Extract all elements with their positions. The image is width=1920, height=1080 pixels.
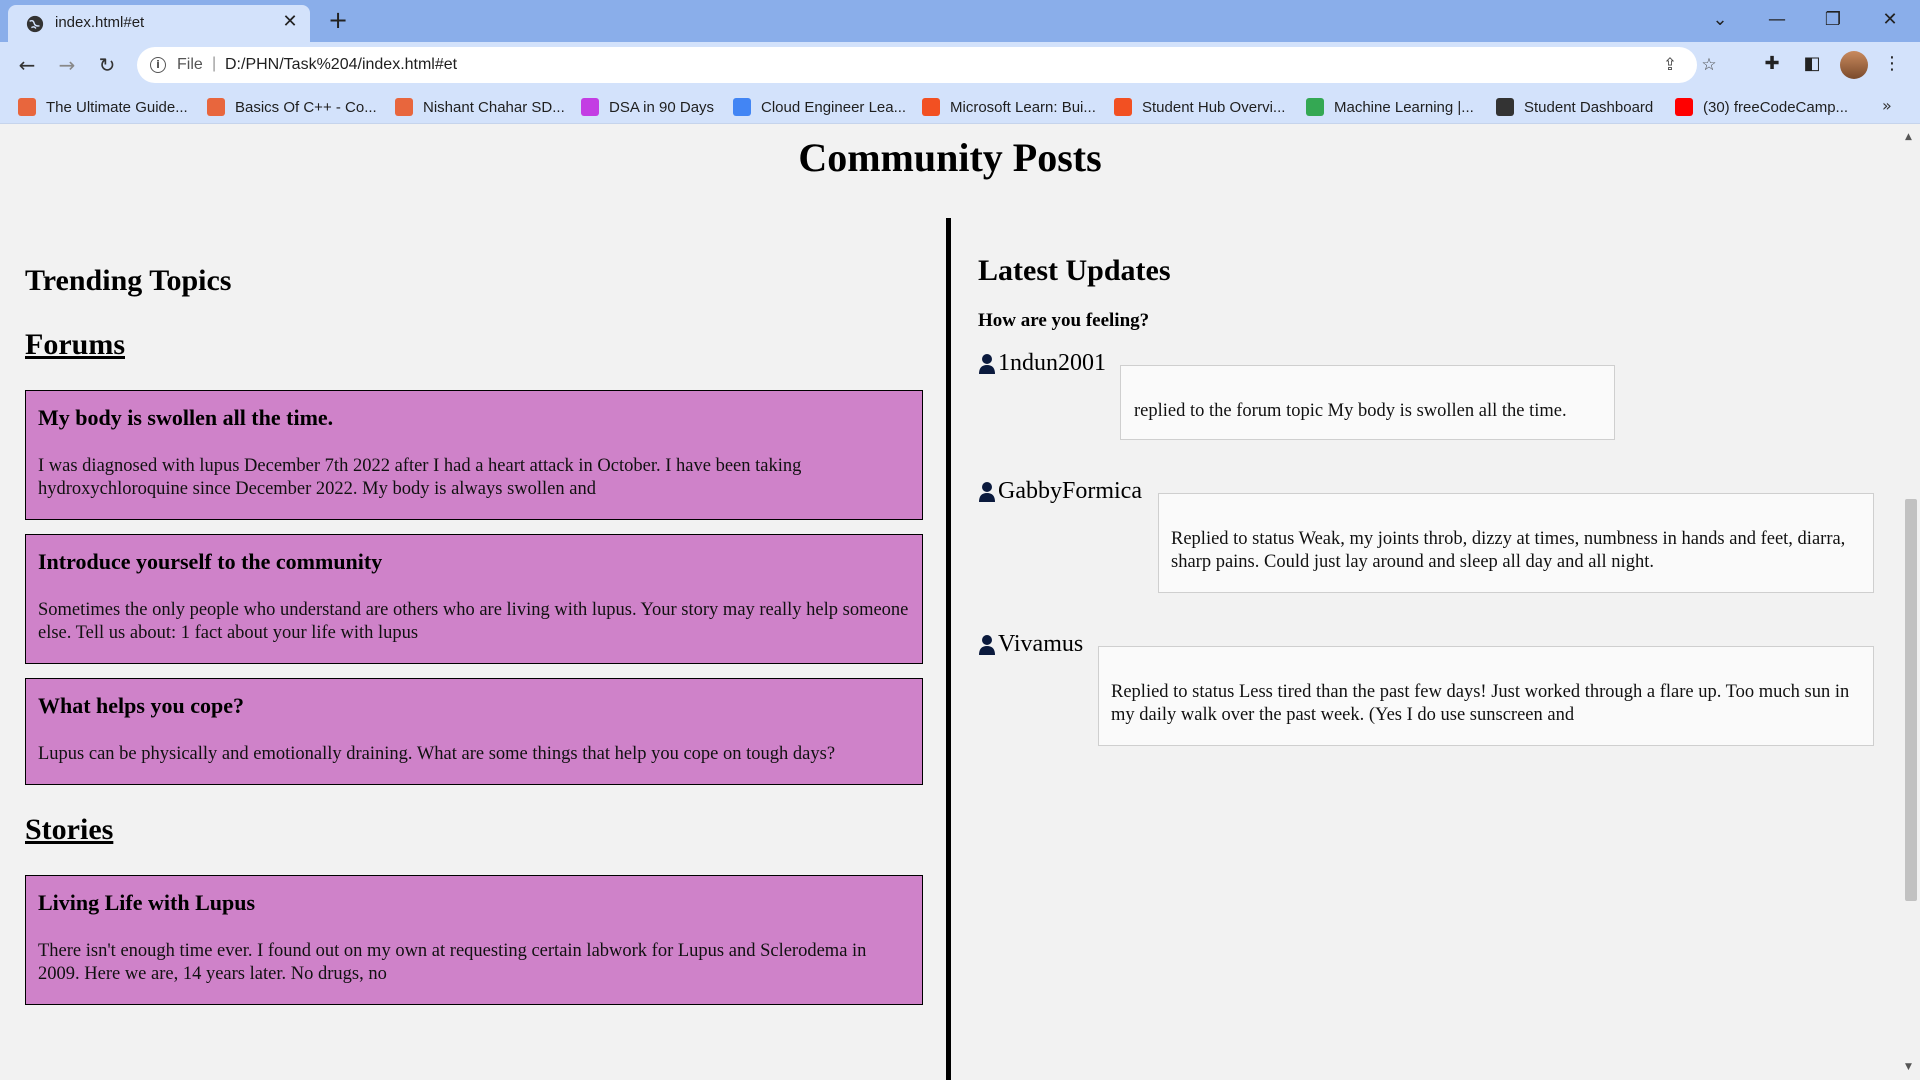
update-username: Vivamus xyxy=(998,631,1084,657)
restore-icon[interactable]: ❐ xyxy=(1813,6,1853,34)
menu-kebab-icon[interactable]: ⋮ xyxy=(1880,52,1904,76)
forums-link[interactable]: Forums xyxy=(25,328,923,362)
post-title: What helps you cope? xyxy=(38,693,244,718)
scroll-up-arrow-icon[interactable]: ▲ xyxy=(1905,132,1912,142)
bookmark-label: DSA in 90 Days xyxy=(609,98,715,116)
post-excerpt: Lupus can be physically and emotionally … xyxy=(38,744,836,764)
bookmark-item[interactable]: (30) freeCodeCamp... xyxy=(1675,96,1848,118)
story-post-card[interactable]: Living Life with Lupus There isn't enoug… xyxy=(25,875,923,1005)
bookmark-label: Microsoft Learn: Bui... xyxy=(950,98,1096,116)
post-title: My body is swollen all the time. xyxy=(38,405,334,430)
update-reply-box[interactable]: Replied to status Weak, my joints throb,… xyxy=(1158,493,1874,593)
back-icon[interactable]: ← xyxy=(14,52,40,78)
post-excerpt: There isn't enough time ever. I found ou… xyxy=(38,941,867,984)
bookmark-item[interactable]: Machine Learning |... xyxy=(1306,96,1474,118)
bookmark-item[interactable]: Microsoft Learn: Bui... xyxy=(922,96,1096,118)
minimize-icon[interactable]: — xyxy=(1757,6,1797,34)
reload-icon[interactable]: ↻ xyxy=(94,52,120,78)
side-panel-icon[interactable]: ◧ xyxy=(1800,52,1824,76)
forward-icon[interactable]: → xyxy=(54,52,80,78)
update-item: GabbyFormica Replied to status Weak, my … xyxy=(978,478,1875,593)
bookmark-favicon-icon xyxy=(1114,98,1132,116)
latest-updates-column: Latest Updates How are you feeling? 1ndu… xyxy=(978,254,1875,746)
bookmark-item[interactable]: Basics Of C++ - Co... xyxy=(207,96,377,118)
browser-toolbar: ← → ↻ i File | D:/PHN/Task%204/index.htm… xyxy=(0,42,1920,88)
tab-title: index.html#et xyxy=(55,14,145,31)
update-text: Replied to status Weak, my joints throb,… xyxy=(1171,529,1846,572)
update-reply-box[interactable]: Replied to status Less tired than the pa… xyxy=(1098,646,1874,746)
close-window-icon[interactable]: ✕ xyxy=(1870,6,1910,34)
share-icon[interactable]: ⇪ xyxy=(1660,55,1680,75)
bookmark-label: The Ultimate Guide... xyxy=(46,98,188,116)
bookmark-item[interactable]: DSA in 90 Days xyxy=(581,96,714,118)
update-item: Vivamus Replied to status Less tired tha… xyxy=(978,631,1875,746)
bookmark-label: Basics Of C++ - Co... xyxy=(235,98,377,116)
bookmarks-overflow-icon[interactable]: » xyxy=(1882,96,1892,115)
bookmark-favicon-icon xyxy=(922,98,940,116)
latest-updates-heading: Latest Updates xyxy=(978,254,1171,287)
bookmark-label: Student Hub Overvi... xyxy=(1142,98,1286,116)
post-excerpt: Sometimes the only people who understand… xyxy=(38,600,909,643)
new-tab-icon[interactable]: + xyxy=(326,8,350,32)
bookmark-favicon-icon xyxy=(1306,98,1324,116)
vertical-scrollbar[interactable]: ▲ ▼ xyxy=(1900,124,1920,1080)
bookmark-label: Nishant Chahar SD... xyxy=(423,98,565,116)
update-username: GabbyFormica xyxy=(998,478,1142,504)
bookmark-item[interactable]: The Ultimate Guide... xyxy=(18,96,188,118)
url-separator: | xyxy=(212,55,217,72)
bookmark-favicon-icon xyxy=(395,98,413,116)
update-text: replied to the forum topic My body is sw… xyxy=(1134,401,1567,421)
bookmark-item[interactable]: Student Hub Overvi... xyxy=(1114,96,1285,118)
forum-post-card[interactable]: My body is swollen all the time. I was d… xyxy=(25,390,923,520)
forum-post-card[interactable]: What helps you cope? Lupus can be physic… xyxy=(25,678,923,785)
bookmark-label: Cloud Engineer Lea... xyxy=(761,98,907,116)
bookmark-label: Student Dashboard xyxy=(1524,98,1654,116)
post-excerpt: I was diagnosed with lupus December 7th … xyxy=(38,456,802,499)
column-divider xyxy=(946,218,951,1080)
update-text: Replied to status Less tired than the pa… xyxy=(1111,682,1850,725)
bookmark-item[interactable]: Student Dashboard xyxy=(1496,96,1653,118)
bookmark-item[interactable]: Cloud Engineer Lea... xyxy=(733,96,906,118)
scroll-down-arrow-icon[interactable]: ▼ xyxy=(1905,1062,1912,1072)
close-tab-icon[interactable]: ✕ xyxy=(280,12,300,32)
bookmark-favicon-icon xyxy=(581,98,599,116)
feeling-prompt: How are you feeling? xyxy=(978,310,1150,331)
globe-icon xyxy=(26,15,44,33)
url-scheme: File xyxy=(177,56,203,73)
bookmark-favicon-icon xyxy=(207,98,225,116)
post-title: Living Life with Lupus xyxy=(38,890,256,915)
bookmark-label: (30) freeCodeCamp... xyxy=(1703,98,1849,116)
user-icon xyxy=(979,353,995,374)
page-title: Community Posts xyxy=(798,135,1102,180)
page-viewport: Community Posts Trending Topics Forums M… xyxy=(0,124,1900,1080)
bookmark-favicon-icon xyxy=(1675,98,1693,116)
bookmarks-bar: The Ultimate Guide... Basics Of C++ - Co… xyxy=(0,88,1920,124)
stories-link[interactable]: Stories xyxy=(25,813,923,847)
scroll-thumb[interactable] xyxy=(1905,499,1917,901)
user-icon xyxy=(979,481,995,502)
bookmark-item[interactable]: Nishant Chahar SD... xyxy=(395,96,565,118)
post-title: Introduce yourself to the community xyxy=(38,549,383,574)
forum-post-card[interactable]: Introduce yourself to the community Some… xyxy=(25,534,923,664)
address-bar[interactable]: i File | D:/PHN/Task%204/index.html#et ⇪… xyxy=(137,47,1717,83)
extensions-puzzle-icon[interactable]: ✚ xyxy=(1760,52,1784,76)
user-icon xyxy=(979,634,995,655)
update-username: 1ndun2001 xyxy=(998,350,1106,376)
trending-topics-column: Trending Topics Forums My body is swolle… xyxy=(25,264,923,1005)
update-reply-box[interactable]: replied to the forum topic My body is sw… xyxy=(1120,365,1615,440)
tab-search-chevron-icon[interactable]: ⌄ xyxy=(1700,6,1740,34)
browser-tab-strip: index.html#et ✕ + ⌄ — ❐ ✕ xyxy=(0,0,1920,42)
info-icon[interactable]: i xyxy=(150,57,166,73)
browser-tab-active[interactable]: index.html#et ✕ xyxy=(8,5,310,42)
bookmark-label: Machine Learning |... xyxy=(1334,98,1474,116)
bookmark-favicon-icon xyxy=(733,98,751,116)
bookmark-star-icon[interactable]: ☆ xyxy=(1699,55,1719,75)
url-text[interactable]: D:/PHN/Task%204/index.html#et xyxy=(225,56,457,74)
trending-topics-heading: Trending Topics xyxy=(25,264,232,297)
profile-avatar[interactable] xyxy=(1840,51,1868,79)
update-item: 1ndun2001 replied to the forum topic My … xyxy=(978,350,1875,440)
bookmark-favicon-icon xyxy=(1496,98,1514,116)
bookmark-favicon-icon xyxy=(18,98,36,116)
